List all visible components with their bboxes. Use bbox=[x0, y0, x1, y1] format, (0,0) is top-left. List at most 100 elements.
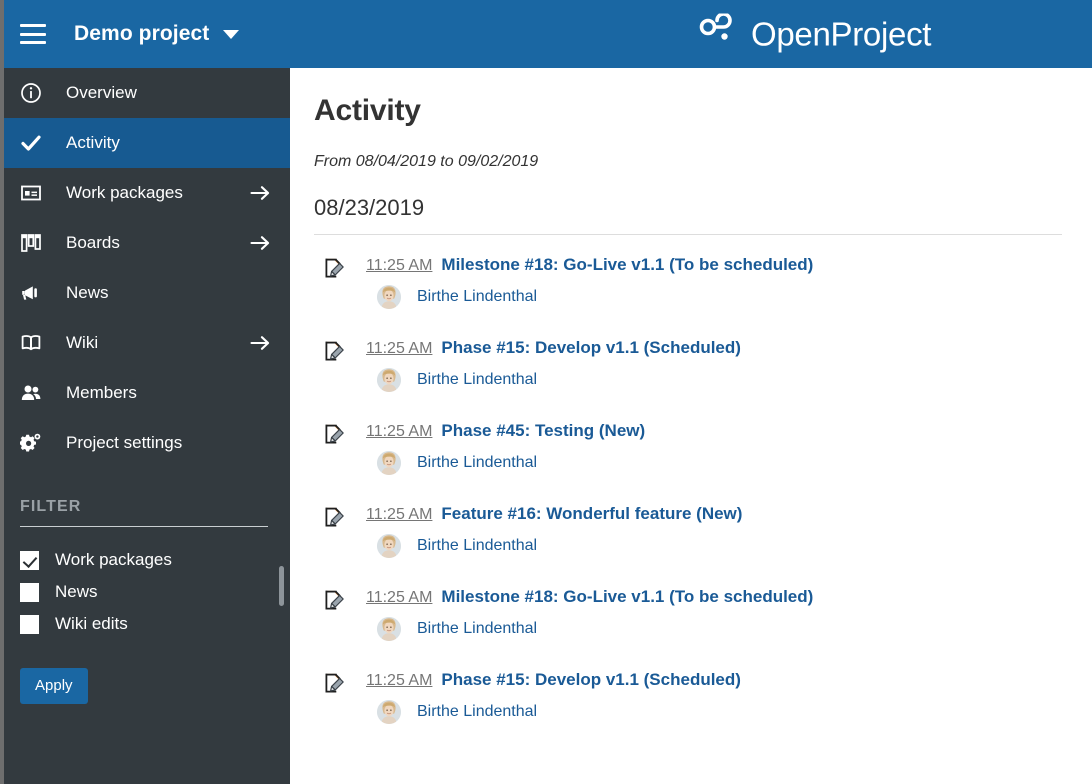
filter-title: FILTER bbox=[20, 498, 82, 515]
openproject-logo-icon bbox=[698, 12, 738, 55]
activity-entry: 11:25 AM Phase #15: Develop v1.1 (Schedul… bbox=[314, 338, 1062, 392]
filter-option-work-packages[interactable]: Work packages bbox=[20, 544, 268, 576]
activity-author-name[interactable]: Birthe Lindenthal bbox=[417, 454, 537, 472]
filter-option-label: Wiki edits bbox=[55, 614, 128, 633]
page-title: Activity bbox=[314, 94, 421, 127]
filter-option-news[interactable]: News bbox=[20, 576, 268, 608]
activity-timestamp[interactable]: 11:25 AM bbox=[366, 423, 432, 441]
sidebar-item-label: Project settings bbox=[66, 433, 183, 452]
edit-document-icon bbox=[324, 341, 346, 367]
sidebar-nav: Overview Activity Work packages Boards News W… bbox=[0, 68, 290, 468]
sidebar-item-news[interactable]: News bbox=[0, 268, 290, 318]
activity-author-name[interactable]: Birthe Lindenthal bbox=[417, 288, 537, 306]
edit-document-icon bbox=[324, 507, 346, 533]
boards-icon bbox=[20, 232, 50, 254]
activity-timestamp[interactable]: 11:25 AM bbox=[366, 672, 432, 690]
people-icon bbox=[20, 382, 50, 404]
activity-timestamp[interactable]: 11:25 AM bbox=[366, 257, 432, 275]
checkbox[interactable] bbox=[20, 614, 39, 634]
project-name[interactable]: Demo project bbox=[74, 22, 209, 46]
filter-option-label: Work packages bbox=[55, 550, 172, 569]
sidebar-item-work-packages[interactable]: Work packages bbox=[0, 168, 290, 218]
filter-divider bbox=[20, 526, 268, 527]
activity-title-link[interactable]: Phase #45: Testing (New) bbox=[441, 421, 645, 441]
activity-body: 11:25 AM Phase #45: Testing (New) Birthe L… bbox=[366, 421, 645, 475]
checkbox[interactable] bbox=[20, 582, 39, 602]
activity-body: 11:25 AM Milestone #18: Go-Live v1.1 (To … bbox=[366, 587, 813, 641]
activity-title-link[interactable]: Phase #15: Develop v1.1 (Scheduled) bbox=[441, 670, 741, 690]
avatar[interactable] bbox=[377, 368, 401, 392]
activity-header: 11:25 AM Phase #15: Develop v1.1 (Schedul… bbox=[366, 338, 741, 358]
activity-header: 11:25 AM Phase #45: Testing (New) bbox=[366, 421, 645, 441]
activity-list: 11:25 AM Milestone #18: Go-Live v1.1 (To … bbox=[314, 255, 1062, 724]
sidebar-item-boards[interactable]: Boards bbox=[0, 218, 290, 268]
hamburger-icon[interactable] bbox=[20, 24, 46, 44]
activity-author-name[interactable]: Birthe Lindenthal bbox=[417, 371, 537, 389]
sidebar-item-members[interactable]: Members bbox=[0, 368, 290, 418]
sidebar-item-label: Overview bbox=[66, 83, 137, 102]
activity-entry: 11:25 AM Feature #16: Wonderful feature (… bbox=[314, 504, 1062, 558]
filter-option-label: News bbox=[55, 582, 98, 601]
avatar[interactable] bbox=[377, 700, 401, 724]
avatar[interactable] bbox=[377, 534, 401, 558]
activity-entry: 11:25 AM Phase #45: Testing (New) Birthe L… bbox=[314, 421, 1062, 475]
activity-title-link[interactable]: Phase #15: Develop v1.1 (Scheduled) bbox=[441, 338, 741, 358]
activity-timestamp[interactable]: 11:25 AM bbox=[366, 506, 432, 524]
work-package-icon bbox=[20, 182, 50, 204]
avatar[interactable] bbox=[377, 285, 401, 309]
sidebar-item-label: Activity bbox=[66, 133, 120, 152]
sidebar-item-activity[interactable]: Activity bbox=[0, 118, 290, 168]
activity-entry: 11:25 AM Milestone #18: Go-Live v1.1 (To … bbox=[314, 255, 1062, 309]
sidebar-item-project-settings[interactable]: Project settings bbox=[0, 418, 290, 468]
activity-author: Birthe Lindenthal bbox=[377, 368, 741, 392]
chevron-down-icon[interactable] bbox=[223, 29, 240, 39]
arrow-right-icon[interactable] bbox=[249, 332, 272, 354]
sidebar-item-label: Wiki bbox=[66, 333, 99, 352]
activity-title-link[interactable]: Milestone #18: Go-Live v1.1 (To be sched… bbox=[441, 587, 813, 607]
day-divider bbox=[314, 234, 1062, 235]
top-bar: Demo project OpenProject bbox=[0, 0, 1092, 68]
activity-title-link[interactable]: Milestone #18: Go-Live v1.1 (To be sched… bbox=[441, 255, 813, 275]
main-content: Activity From 08/04/2019 to 09/02/2019 0… bbox=[290, 68, 1092, 784]
filter-option-list: Work packages News Wiki edits bbox=[20, 544, 268, 640]
arrow-right-icon[interactable] bbox=[249, 182, 272, 204]
check-icon bbox=[20, 132, 50, 154]
activity-timestamp[interactable]: 11:25 AM bbox=[366, 340, 432, 358]
sidebar-item-label: News bbox=[66, 283, 109, 302]
arrow-right-icon[interactable] bbox=[249, 232, 272, 254]
apply-button[interactable]: Apply bbox=[20, 668, 88, 704]
activity-header: 11:25 AM Milestone #18: Go-Live v1.1 (To … bbox=[366, 587, 813, 607]
activity-timestamp[interactable]: 11:25 AM bbox=[366, 589, 432, 607]
edit-document-icon bbox=[324, 424, 346, 450]
sidebar-item-label: Members bbox=[66, 383, 137, 402]
brand[interactable]: OpenProject bbox=[698, 12, 931, 55]
sidebar-scrollbar-thumb[interactable] bbox=[279, 566, 284, 606]
activity-author: Birthe Lindenthal bbox=[377, 617, 813, 641]
filter-section: FILTER Work packages News Wiki edits Apply bbox=[0, 498, 290, 704]
activity-body: 11:25 AM Phase #15: Develop v1.1 (Schedul… bbox=[366, 338, 741, 392]
activity-author: Birthe Lindenthal bbox=[377, 534, 742, 558]
activity-author: Birthe Lindenthal bbox=[377, 285, 813, 309]
avatar[interactable] bbox=[377, 451, 401, 475]
date-range-label: From 08/04/2019 to 09/02/2019 bbox=[314, 153, 539, 170]
info-circle-icon bbox=[20, 82, 50, 104]
activity-title-link[interactable]: Feature #16: Wonderful feature (New) bbox=[441, 504, 742, 524]
activity-header: 11:25 AM Feature #16: Wonderful feature (… bbox=[366, 504, 742, 524]
sidebar-item-label: Work packages bbox=[66, 183, 183, 202]
activity-author-name[interactable]: Birthe Lindenthal bbox=[417, 620, 537, 638]
sidebar-item-wiki[interactable]: Wiki bbox=[0, 318, 290, 368]
sidebar-item-label: Boards bbox=[66, 233, 120, 252]
activity-body: 11:25 AM Feature #16: Wonderful feature (… bbox=[366, 504, 742, 558]
checkbox[interactable] bbox=[20, 550, 39, 570]
activity-entry: 11:25 AM Milestone #18: Go-Live v1.1 (To … bbox=[314, 587, 1062, 641]
activity-author: Birthe Lindenthal bbox=[377, 451, 645, 475]
avatar[interactable] bbox=[377, 617, 401, 641]
day-heading: 08/23/2019 bbox=[314, 195, 425, 220]
filter-option-wiki-edits[interactable]: Wiki edits bbox=[20, 608, 268, 640]
activity-author: Birthe Lindenthal bbox=[377, 700, 741, 724]
openproject-activity-page: Demo project OpenProject Overview Activit… bbox=[0, 0, 1092, 784]
activity-author-name[interactable]: Birthe Lindenthal bbox=[417, 703, 537, 721]
sidebar-item-overview[interactable]: Overview bbox=[0, 68, 290, 118]
activity-author-name[interactable]: Birthe Lindenthal bbox=[417, 537, 537, 555]
edit-document-icon bbox=[324, 590, 346, 616]
